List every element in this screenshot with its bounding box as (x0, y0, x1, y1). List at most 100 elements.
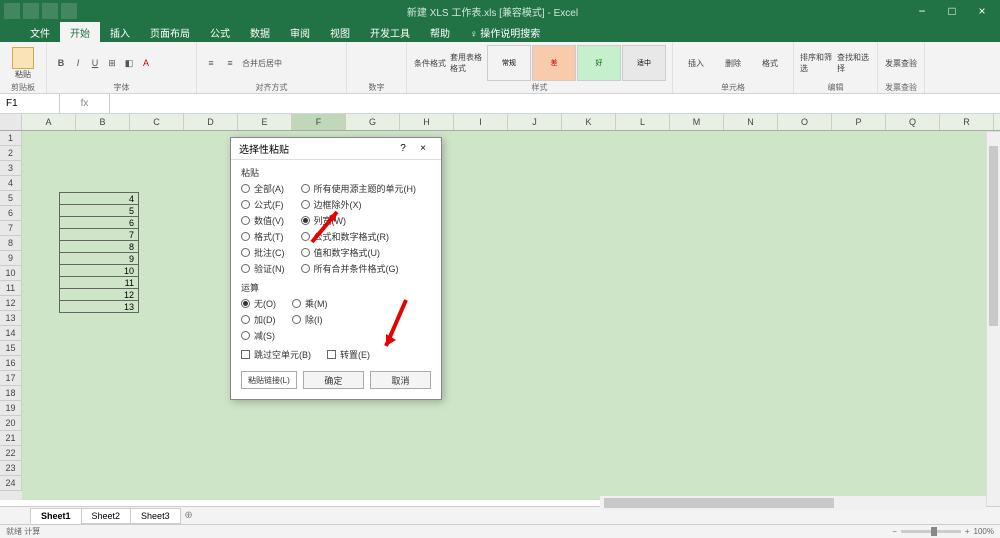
dialog-titlebar[interactable]: 选择性粘贴 ? × (231, 138, 441, 160)
conditional-format-button[interactable]: 条件格式 (413, 45, 447, 81)
row-header[interactable]: 5 (0, 191, 22, 206)
radio-formats[interactable]: 格式(T) (241, 230, 285, 243)
col-header[interactable]: I (454, 114, 508, 130)
row-header[interactable]: 11 (0, 281, 22, 296)
zoom-out-icon[interactable]: − (892, 527, 897, 536)
align-center-icon[interactable]: ≡ (222, 56, 238, 70)
row-header[interactable]: 9 (0, 251, 22, 266)
row-header[interactable]: 18 (0, 386, 22, 401)
cell[interactable]: 13 (59, 300, 139, 313)
col-header[interactable]: A (22, 114, 76, 130)
col-header[interactable]: J (508, 114, 562, 130)
col-header[interactable]: Q (886, 114, 940, 130)
row-header[interactable]: 15 (0, 341, 22, 356)
col-header[interactable]: N (724, 114, 778, 130)
tab-help[interactable]: 帮助 (420, 22, 460, 42)
radio-source-theme[interactable]: 所有使用源主题的单元(H) (301, 182, 417, 195)
col-header[interactable]: M (670, 114, 724, 130)
tell-me-search[interactable]: ♀ 操作说明搜索 (460, 22, 550, 42)
sort-filter-button[interactable]: 排序和筛选 (800, 45, 834, 81)
row-header[interactable]: 24 (0, 476, 22, 491)
radio-all[interactable]: 全部(A) (241, 182, 285, 195)
checkbox-transpose[interactable]: 转置(E) (327, 348, 370, 361)
invoice-check-button[interactable]: 发票查验 (884, 45, 918, 81)
style-bad[interactable]: 差 (532, 45, 576, 81)
row-header[interactable]: 23 (0, 461, 22, 476)
align-left-icon[interactable]: ≡ (203, 56, 219, 70)
style-neutral[interactable]: 适中 (622, 45, 666, 81)
horizontal-scrollbar[interactable] (600, 496, 986, 510)
col-header[interactable]: K (562, 114, 616, 130)
row-header[interactable]: 20 (0, 416, 22, 431)
col-header[interactable]: P (832, 114, 886, 130)
formula-input[interactable] (110, 94, 1000, 113)
dialog-help-button[interactable]: ? (393, 143, 413, 154)
tab-view[interactable]: 视图 (320, 22, 360, 42)
row-header[interactable]: 16 (0, 356, 22, 371)
row-header[interactable]: 6 (0, 206, 22, 221)
dialog-close-button[interactable]: × (413, 143, 433, 154)
undo-icon[interactable] (42, 3, 58, 19)
radio-divide[interactable]: 除(I) (292, 313, 328, 326)
cells-area[interactable]: 4 5 6 7 8 9 10 11 12 13 (22, 131, 1000, 500)
save-icon[interactable] (23, 3, 39, 19)
tab-developer[interactable]: 开发工具 (360, 22, 420, 42)
close-button[interactable]: × (968, 3, 996, 19)
tab-file[interactable]: 文件 (20, 22, 60, 42)
col-header[interactable]: L (616, 114, 670, 130)
row-header[interactable]: 14 (0, 326, 22, 341)
radio-values[interactable]: 数值(V) (241, 214, 285, 227)
scrollbar-thumb[interactable] (604, 498, 834, 508)
radio-merge-condfmt[interactable]: 所有合并条件格式(G) (301, 262, 417, 275)
insert-button[interactable]: 插入 (679, 45, 713, 81)
col-header[interactable]: E (238, 114, 292, 130)
col-header[interactable]: G (346, 114, 400, 130)
paste-link-button[interactable]: 粘贴链接(L) (241, 371, 297, 389)
tab-insert[interactable]: 插入 (100, 22, 140, 42)
tab-page-layout[interactable]: 页面布局 (140, 22, 200, 42)
merge-button[interactable]: 合并后居中 (241, 56, 283, 70)
sheet-tab[interactable]: Sheet3 (130, 508, 181, 524)
row-header[interactable]: 3 (0, 161, 22, 176)
radio-validation[interactable]: 验证(N) (241, 262, 285, 275)
radio-add[interactable]: 加(D) (241, 313, 276, 326)
row-header[interactable]: 8 (0, 236, 22, 251)
radio-subtract[interactable]: 减(S) (241, 329, 276, 342)
radio-multiply[interactable]: 乘(M) (292, 297, 328, 310)
font-color-button[interactable]: A (138, 56, 154, 70)
col-header[interactable]: F (292, 114, 346, 130)
zoom-controls[interactable]: − + 100% (892, 527, 994, 536)
ok-button[interactable]: 确定 (303, 371, 364, 389)
col-header[interactable]: B (76, 114, 130, 130)
row-header[interactable]: 1 (0, 131, 22, 146)
cell-styles-gallery[interactable]: 常规 差 好 适中 (487, 45, 666, 81)
underline-button[interactable]: U (87, 56, 103, 70)
row-header[interactable]: 17 (0, 371, 22, 386)
checkbox-skip-blanks[interactable]: 跳过空单元(B) (241, 348, 311, 361)
select-all-corner[interactable] (0, 114, 22, 130)
tab-home[interactable]: 开始 (60, 22, 100, 42)
redo-icon[interactable] (61, 3, 77, 19)
row-header[interactable]: 2 (0, 146, 22, 161)
bold-button[interactable]: B (53, 56, 69, 70)
radio-comments[interactable]: 批注(C) (241, 246, 285, 259)
maximize-button[interactable]: □ (938, 3, 966, 19)
zoom-in-icon[interactable]: + (965, 527, 970, 536)
col-header[interactable]: O (778, 114, 832, 130)
zoom-slider[interactable] (901, 530, 961, 533)
col-header[interactable]: R (940, 114, 994, 130)
row-header[interactable]: 7 (0, 221, 22, 236)
name-box[interactable]: F1 (0, 94, 60, 113)
new-sheet-button[interactable]: ⊕ (180, 510, 198, 521)
tab-data[interactable]: 数据 (240, 22, 280, 42)
radio-values-numfmt[interactable]: 值和数字格式(U) (301, 246, 417, 259)
tab-formulas[interactable]: 公式 (200, 22, 240, 42)
border-button[interactable]: ⊞ (104, 56, 120, 70)
format-table-button[interactable]: 套用表格格式 (450, 45, 484, 81)
radio-formulas[interactable]: 公式(F) (241, 198, 285, 211)
sheet-tab[interactable]: Sheet2 (81, 508, 132, 524)
zoom-level[interactable]: 100% (974, 527, 994, 536)
radio-formulas-numfmt[interactable]: 公式和数字格式(R) (301, 230, 417, 243)
radio-column-widths[interactable]: 列宽(W) (301, 214, 417, 227)
scrollbar-thumb[interactable] (989, 146, 998, 326)
